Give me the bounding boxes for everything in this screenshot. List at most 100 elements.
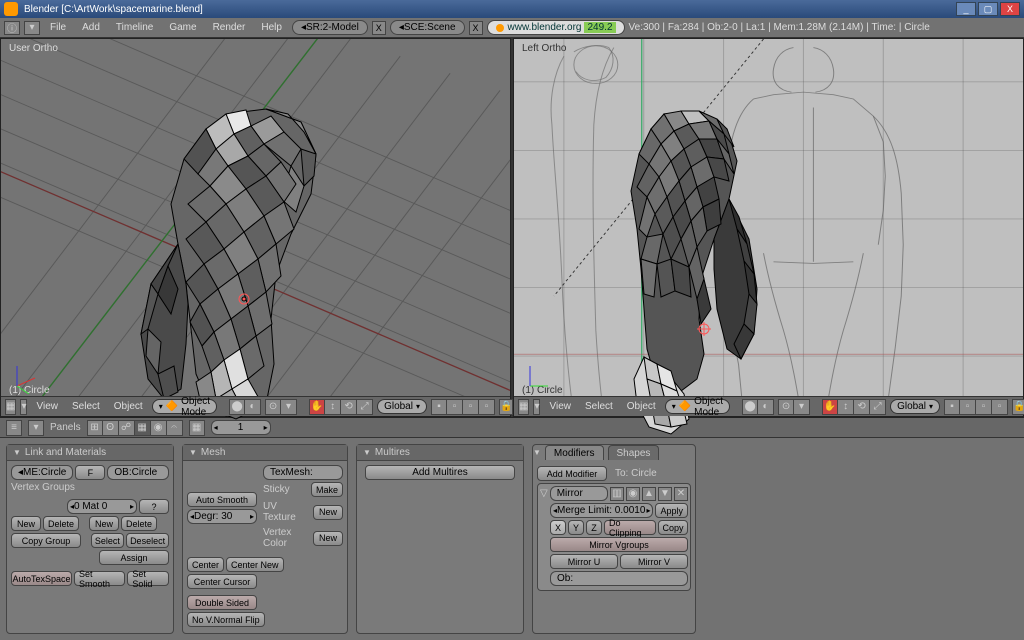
- mod-collapse-icon[interactable]: ▽: [540, 488, 548, 499]
- menu-file[interactable]: File: [44, 22, 72, 33]
- viewport-user-ortho[interactable]: User Ortho (1) Circle ▦ ▾ View Select Ob…: [0, 38, 511, 417]
- mat-select[interactable]: Select: [91, 533, 124, 548]
- screen-selector[interactable]: ◂ SR:2-Model: [292, 20, 368, 35]
- panel-mesh: ▼Mesh Auto Smooth Degr: 30 TexMesh: Stic…: [182, 444, 348, 634]
- mod-delete-icon[interactable]: ✕: [674, 487, 688, 501]
- pivot-buttons-r[interactable]: ⊙▾: [778, 399, 810, 415]
- window-type-icon[interactable]: ⓘ: [4, 21, 20, 35]
- center-new-btn[interactable]: Center New: [226, 557, 284, 572]
- vh-object-r[interactable]: Object: [622, 401, 661, 412]
- mod-up-icon[interactable]: ▲: [642, 487, 656, 501]
- modifier-mirror: ▽ Mirror ▥ ◉ ▲ ▼ ✕ Merge Limit: 0.0010Ap…: [537, 483, 691, 591]
- copy-mod-btn[interactable]: Copy: [658, 520, 688, 535]
- axis-z[interactable]: Z: [586, 520, 602, 535]
- add-modifier-btn[interactable]: Add Modifier: [537, 466, 607, 481]
- texmesh-field[interactable]: TexMesh:: [263, 465, 343, 480]
- minimize-button[interactable]: _: [956, 2, 976, 16]
- double-sided-btn[interactable]: Double Sided: [187, 595, 257, 610]
- menu-render[interactable]: Render: [207, 22, 252, 33]
- scene-selector[interactable]: ◂ SCE:Scene: [390, 20, 465, 35]
- frame-pager[interactable]: 1: [211, 420, 271, 435]
- menu-timeline[interactable]: Timeline: [110, 22, 159, 33]
- close-button[interactable]: X: [1000, 2, 1020, 16]
- window-controls: _ ▢ X: [956, 2, 1020, 16]
- mat-deselect[interactable]: Deselect: [126, 533, 169, 548]
- view3d-type-icon[interactable]: ▦: [5, 399, 16, 415]
- vh-select[interactable]: Select: [67, 401, 105, 412]
- axis-y[interactable]: Y: [568, 520, 584, 535]
- menu-add[interactable]: Add: [76, 22, 106, 33]
- vh-view[interactable]: View: [31, 401, 63, 412]
- add-multires-btn[interactable]: Add Multires: [365, 465, 515, 480]
- orientation-selector-r[interactable]: Global▾: [890, 399, 940, 414]
- set-solid[interactable]: Set Solid: [127, 571, 169, 586]
- layer-buttons-r[interactable]: ▪▫▫▫: [944, 399, 1008, 415]
- mirror-vgroups-btn[interactable]: Mirror Vgroups: [550, 537, 688, 552]
- mirror-u-btn[interactable]: Mirror U: [550, 554, 618, 569]
- scene-delete[interactable]: X: [469, 21, 483, 35]
- mode-selector-r[interactable]: ▾🔶Object Mode: [665, 399, 730, 414]
- set-smooth[interactable]: Set Smooth: [74, 571, 125, 586]
- menu-toggle-icon[interactable]: ▾: [24, 21, 40, 35]
- buttons-collapse-icon[interactable]: ▾: [28, 420, 44, 436]
- auto-smooth[interactable]: Auto Smooth: [187, 492, 257, 507]
- center-cursor-btn[interactable]: Center Cursor: [187, 574, 257, 589]
- mat-assign[interactable]: Assign: [99, 550, 169, 565]
- mat-delete[interactable]: Delete: [121, 516, 157, 531]
- axis-widget-right: [522, 364, 552, 394]
- vh-object[interactable]: Object: [109, 401, 148, 412]
- window-title: Blender [C:\ArtWork\spacemarine.blend]: [24, 4, 203, 15]
- menu-collapse-icon[interactable]: ▾: [20, 399, 27, 415]
- degr-field[interactable]: Degr: 30: [187, 509, 257, 524]
- mat-index[interactable]: 0 Mat 0: [67, 499, 137, 514]
- orientation-selector[interactable]: Global▾: [377, 399, 427, 414]
- axis-x[interactable]: X: [550, 520, 566, 535]
- view3d-type-icon-r[interactable]: ▦: [518, 399, 529, 415]
- do-clipping-btn[interactable]: Do Clipping: [604, 520, 656, 535]
- mode-selector[interactable]: ▾🔶Object Mode: [152, 399, 217, 414]
- layer-buttons[interactable]: ▪▫▫▫: [431, 399, 495, 415]
- widget-buttons-r[interactable]: ✋↕⟲⤢: [822, 399, 886, 415]
- autotex-button[interactable]: AutoTexSpace: [11, 571, 72, 586]
- vh-select-r[interactable]: Select: [580, 401, 618, 412]
- screen-delete[interactable]: X: [372, 21, 386, 35]
- pivot-buttons[interactable]: ⊙▾: [265, 399, 297, 415]
- mirror-v-btn[interactable]: Mirror V: [620, 554, 688, 569]
- panel-link-materials: ▼Link and Materials ◂ME:CircleFOB:Circle…: [6, 444, 174, 634]
- center-btn[interactable]: Center: [187, 557, 224, 572]
- menu-collapse-icon-r[interactable]: ▾: [533, 399, 540, 415]
- viewport-left-ortho[interactable]: Left Ortho (1) Circle ▦ ▾ View Select Ob…: [513, 38, 1024, 417]
- mat-new[interactable]: New: [89, 516, 119, 531]
- mat-help[interactable]: ?: [139, 499, 169, 514]
- shading-buttons-r[interactable]: ⬤◐: [742, 399, 774, 415]
- menu-game[interactable]: Game: [163, 22, 202, 33]
- widget-buttons[interactable]: ✋↕⟲⤢: [309, 399, 373, 415]
- vg-delete[interactable]: Delete: [43, 516, 79, 531]
- me-field[interactable]: ◂ME:Circle: [11, 465, 73, 480]
- vcol-label: Vertex Color: [263, 527, 311, 549]
- lock-icon-r[interactable]: 🔒: [1012, 399, 1024, 415]
- vh-view-r[interactable]: View: [544, 401, 576, 412]
- merge-limit-field[interactable]: Merge Limit: 0.0010: [550, 503, 653, 518]
- uv-new[interactable]: New: [313, 505, 343, 520]
- copy-group[interactable]: Copy Group: [11, 533, 81, 548]
- f-button[interactable]: F: [75, 465, 105, 480]
- vcol-new[interactable]: New: [313, 531, 343, 546]
- ob-field[interactable]: OB:Circle: [107, 465, 169, 480]
- no-vnorm-flip-btn[interactable]: No V.Normal Flip: [187, 612, 265, 627]
- apply-btn[interactable]: Apply: [655, 503, 688, 518]
- mod-down-icon[interactable]: ▼: [658, 487, 672, 501]
- maximize-button[interactable]: ▢: [978, 2, 998, 16]
- sticky-make[interactable]: Make: [311, 482, 343, 497]
- menu-help[interactable]: Help: [255, 22, 288, 33]
- mod-name-field[interactable]: Mirror: [550, 486, 608, 501]
- mirror-ob-field[interactable]: Ob:: [550, 571, 688, 586]
- vg-new[interactable]: New: [11, 516, 41, 531]
- axis-widget-left: [9, 364, 39, 394]
- mod-display-icon[interactable]: ◉: [626, 487, 640, 501]
- web-link[interactable]: www.blender.org 249.2: [487, 20, 625, 35]
- mod-render-icon[interactable]: ▥: [610, 487, 624, 501]
- buttons-type-icon[interactable]: ≡: [6, 420, 22, 436]
- shading-buttons[interactable]: ⬤◐: [229, 399, 261, 415]
- lock-icon[interactable]: 🔒: [499, 399, 513, 415]
